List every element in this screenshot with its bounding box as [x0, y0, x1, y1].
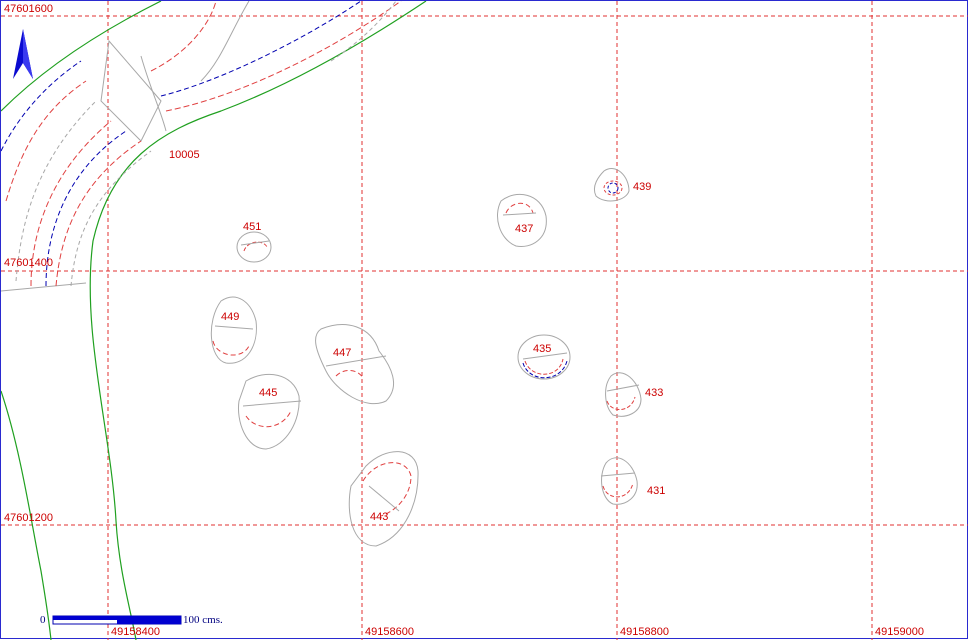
- map-canvas[interactable]: 47601600 47601400 47601200 49158400 4915…: [0, 0, 968, 640]
- feature-439[interactable]: [593, 168, 630, 202]
- scale-end-label: 100 cms.: [183, 614, 223, 626]
- feature-label-435: 435: [533, 343, 551, 355]
- feature-label-439: 439: [633, 181, 651, 193]
- feature-443[interactable]: [348, 451, 419, 547]
- feature-label-437: 437: [515, 223, 533, 235]
- feature-label-445: 445: [259, 387, 277, 399]
- feature-label-447: 447: [333, 347, 351, 359]
- grid-lines: [1, 1, 968, 640]
- feature-433[interactable]: [605, 372, 642, 417]
- grid-label-x-1: 49158400: [111, 626, 160, 638]
- feature-label-433: 433: [645, 387, 663, 399]
- feature-label-10005: 10005: [169, 149, 200, 161]
- grid-label-x-3: 49158800: [620, 626, 669, 638]
- feature-449[interactable]: [210, 296, 257, 364]
- grid-label-y-2: 47601400: [4, 257, 53, 269]
- feature-label-449: 449: [221, 311, 239, 323]
- grid-label-x-2: 49158600: [365, 626, 414, 638]
- feature-431[interactable]: [600, 457, 638, 505]
- feature-435[interactable]: [517, 334, 571, 380]
- scale-bar: 0 100 cms.: [40, 614, 223, 626]
- feature-447[interactable]: [315, 324, 395, 405]
- map-drawing: 47601600 47601400 47601200 49158400 4915…: [1, 1, 968, 640]
- feature-437[interactable]: [497, 193, 547, 248]
- feature-445[interactable]: [237, 373, 302, 450]
- grid-label-y-1: 47601600: [4, 3, 53, 15]
- feature-label-443: 443: [370, 511, 388, 523]
- scale-start-label: 0: [40, 614, 46, 626]
- contours-upper-left: [1, 1, 402, 287]
- feature-label-431: 431: [647, 485, 665, 497]
- grid-label-y-3: 47601200: [4, 512, 53, 524]
- feature-451[interactable]: [236, 231, 272, 263]
- feature-label-451: 451: [243, 221, 261, 233]
- trench-outline: [1, 1, 250, 292]
- north-arrow-icon: [13, 29, 33, 79]
- grid-label-x-4: 49159000: [875, 626, 924, 638]
